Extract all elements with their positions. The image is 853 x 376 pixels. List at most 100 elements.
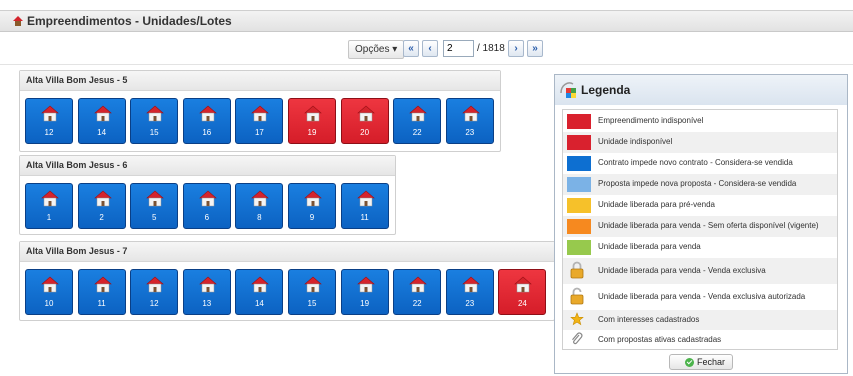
unit-tile-20[interactable]: 20 — [340, 98, 389, 144]
unit-tile-23[interactable]: 23 — [445, 269, 494, 315]
next-page-button[interactable]: › — [508, 40, 524, 57]
close-button[interactable]: Fechar — [669, 354, 733, 370]
unit-tile-14[interactable]: 14 — [235, 269, 284, 315]
unit-tile-12[interactable]: 12 — [130, 269, 179, 315]
color-swatch — [567, 240, 591, 255]
first-page-button[interactable]: « — [403, 40, 419, 57]
house-logo-icon — [13, 16, 23, 26]
legend-header[interactable]: Legenda — [555, 75, 847, 105]
color-swatch — [567, 219, 591, 234]
house-icon — [356, 276, 375, 293]
page-title: Empreendimentos - Unidades/Lotes — [27, 14, 232, 28]
legend-row: Unidade liberada para venda - Venda excl… — [563, 258, 837, 284]
legend-row: Unidade liberada para pré-venda — [563, 195, 837, 216]
legend-label: Unidade liberada para venda — [598, 242, 701, 251]
legend-row: Unidade liberada para venda - Venda excl… — [563, 284, 837, 310]
color-swatch — [567, 135, 591, 150]
unit-tile-22[interactable]: 22 — [393, 269, 442, 315]
unit-number: 19 — [360, 299, 370, 308]
house-icon — [93, 276, 112, 293]
house-icon — [461, 105, 480, 122]
unit-tile-19[interactable]: 19 — [340, 269, 389, 315]
unit-number: 10 — [44, 299, 54, 308]
unit-tile-17[interactable]: 17 — [235, 98, 284, 144]
legend-label: Proposta impede nova proposta - Consider… — [598, 179, 797, 188]
color-swatch — [567, 156, 591, 171]
unit-tile-1[interactable]: 1 — [25, 183, 73, 229]
unit-group: Alta Villa Bom Jesus - 6 1 2 5 6 8 9 11 — [19, 155, 396, 235]
unit-number: 11 — [97, 299, 106, 308]
legend-label: Unidade liberada para venda - Venda excl… — [598, 266, 766, 275]
unit-tile-10[interactable]: 10 — [25, 269, 73, 315]
house-icon — [93, 190, 112, 207]
house-icon — [198, 190, 217, 207]
unit-number: 17 — [254, 128, 264, 137]
page-total: / 1818 — [477, 43, 505, 54]
pagination-toolbar: Opções ▾ « ‹ / 1818 › » — [0, 38, 853, 64]
house-icon — [251, 105, 270, 122]
unit-number: 24 — [517, 299, 527, 308]
unit-tile-24[interactable]: 24 — [498, 269, 547, 315]
color-swatch — [567, 114, 591, 129]
house-icon — [198, 276, 217, 293]
house-icon — [461, 276, 480, 293]
check-icon — [685, 358, 694, 367]
legend-row: Com propostas ativas cadastradas — [563, 330, 837, 350]
star-icon — [570, 312, 584, 326]
house-icon — [93, 105, 112, 122]
legend-row: Com interesses cadastrados — [563, 310, 837, 330]
legend-label: Unidade liberada para venda - Sem oferta… — [598, 221, 819, 230]
unit-number: 5 — [151, 213, 157, 222]
unit-tile-8[interactable]: 8 — [235, 183, 284, 229]
legend-row: Contrato impede novo contrato - Consider… — [563, 153, 837, 174]
house-icon — [198, 105, 217, 122]
color-swatch — [567, 177, 591, 192]
options-dropdown[interactable]: Opções ▾ — [348, 40, 405, 59]
unit-tile-15[interactable]: 15 — [130, 98, 179, 144]
house-icon — [304, 190, 322, 207]
legend-table: Empreendimento indisponível Unidade indi… — [562, 109, 838, 350]
unit-tile-14[interactable]: 14 — [77, 98, 126, 144]
unit-number: 9 — [309, 213, 315, 222]
unit-tile-5[interactable]: 5 — [130, 183, 179, 229]
unit-tile-15[interactable]: 15 — [288, 269, 336, 315]
close-button-label: Fechar — [697, 357, 726, 367]
unit-tile-22[interactable]: 22 — [393, 98, 442, 144]
unit-number: 22 — [412, 299, 422, 308]
legend-row: Unidade indisponível — [563, 132, 837, 153]
legend-row: Proposta impede nova proposta - Consider… — [563, 174, 837, 195]
house-icon — [41, 190, 59, 207]
unit-tile-2[interactable]: 2 — [77, 183, 126, 229]
legend-label: Unidade indisponível — [598, 137, 673, 146]
color-swatch — [567, 198, 591, 213]
house-icon — [146, 276, 164, 293]
unit-tile-11[interactable]: 11 — [340, 183, 389, 229]
options-label: Opções — [355, 44, 390, 55]
unit-tile-11[interactable]: 11 — [77, 269, 126, 315]
unit-tile-23[interactable]: 23 — [445, 98, 494, 144]
unit-number: 2 — [99, 213, 104, 222]
unit-number: 12 — [44, 128, 54, 137]
unit-tile-13[interactable]: 13 — [182, 269, 231, 315]
prev-page-button[interactable]: ‹ — [422, 40, 438, 57]
unit-tile-9[interactable]: 9 — [288, 183, 336, 229]
lock-icon — [570, 261, 584, 279]
house-icon — [356, 105, 375, 122]
house-icon — [41, 105, 59, 122]
legend-label: Contrato impede novo contrato - Consider… — [598, 158, 793, 167]
house-icon — [146, 190, 164, 207]
house-icon — [251, 276, 270, 293]
legend-title: Legenda — [581, 83, 631, 97]
divider — [0, 64, 853, 65]
unit-tile-12[interactable]: 12 — [25, 98, 73, 144]
unit-tile-19[interactable]: 19 — [288, 98, 336, 144]
unit-number: 15 — [149, 128, 159, 137]
unit-tile-16[interactable]: 16 — [182, 98, 231, 144]
house-icon — [409, 276, 427, 293]
unit-number: 12 — [149, 299, 159, 308]
last-page-button[interactable]: » — [527, 40, 543, 57]
house-icon — [41, 276, 59, 293]
page-number-input[interactable] — [443, 40, 474, 57]
legend-label: Unidade liberada para venda - Venda excl… — [598, 292, 806, 301]
unit-tile-6[interactable]: 6 — [182, 183, 231, 229]
